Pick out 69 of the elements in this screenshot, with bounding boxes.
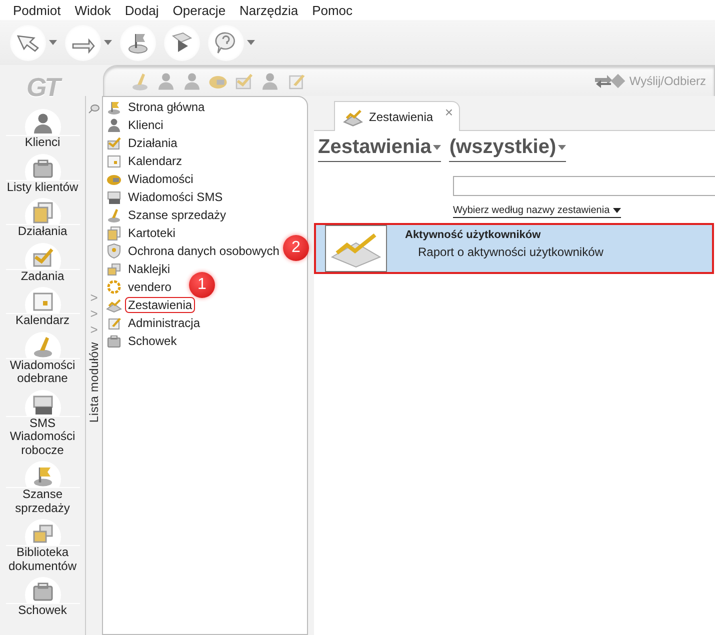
caret-icon [558,145,566,150]
nav-item[interactable]: Zadania [2,242,82,283]
nav-item[interactable]: Kalendarz [2,287,82,328]
module-item[interactable]: Klienci [125,117,166,133]
dropdown-heading[interactable]: Zestawienia [318,136,442,162]
nav-item[interactable]: Klienci [2,109,82,150]
caret-icon [49,40,57,45]
step-badge: 1 [189,272,215,298]
caret-icon [433,145,442,150]
toolbar-button[interactable] [208,24,255,60]
person-icon [156,71,176,91]
folders-icon [106,261,122,277]
flag-icon [106,99,122,115]
nav-item[interactable]: Działania [2,198,82,238]
menu-item[interactable]: Operacje [166,2,233,18]
module-item[interactable]: Strona główna [125,99,208,115]
pencil-icon [106,315,122,331]
nav-item[interactable]: Szanse sprzedaży [2,461,82,515]
nav-item[interactable]: SMS Wiadomości robocze [2,390,82,457]
report-title: Aktywność użytkowników [405,229,542,241]
shield-icon [106,243,122,259]
menu-item[interactable]: Dodaj [118,2,166,18]
module-item[interactable]: Działania [125,135,180,151]
checkmark-icon [106,135,122,151]
module-item[interactable]: Zestawienia [125,297,196,313]
nav-item[interactable]: Schowek [2,577,82,618]
nav-item[interactable]: Biblioteka dokumentów [2,519,82,573]
module-item[interactable]: Kartoteki [125,225,178,241]
calendar-icon [106,153,122,169]
dropdown-heading[interactable]: (wszystkie) [449,136,566,162]
person-icon [260,71,280,91]
module-item[interactable]: Ochrona danych osobowych [125,243,282,259]
menu-item[interactable]: Narzędzia [232,2,306,18]
module-item[interactable]: Administracja [125,315,204,331]
module-item[interactable]: vendero [125,279,174,295]
toolbar-button[interactable] [164,24,200,60]
sort-link[interactable]: Wybierz według nazwy zestawienia [453,205,621,218]
box-icon [106,333,122,349]
module-item[interactable]: Naklejki [125,261,174,277]
panel-title: Lista modułów [87,342,101,423]
module-item[interactable]: Kalendarz [125,153,186,169]
gear-icon [106,279,122,295]
chart-icon [106,297,122,313]
menu-item[interactable]: Widok [68,2,118,18]
nav-item[interactable]: Wiadomości odebrane [2,332,82,386]
module-item[interactable]: Wiadomości [125,171,196,187]
caret-icon [104,40,112,45]
tab[interactable]: Zestawienia × [334,101,460,131]
toolbar-button[interactable] [65,24,112,60]
module-item[interactable]: Wiadomości SMS [125,189,226,205]
toolbar-button[interactable] [10,24,57,60]
toolbar-button[interactable] [120,24,156,60]
caret-icon [612,208,621,213]
report-description: Raport o aktywności użytkowników [418,245,604,259]
nav-item[interactable]: Listy klientów [2,154,82,194]
module-item[interactable]: Schowek [125,333,180,349]
checkmark-icon [234,71,254,91]
caret-icon [247,40,255,45]
close-button[interactable]: × [444,104,453,120]
send-receive-icon [593,73,626,89]
module-item[interactable]: Szanse sprzedaży [125,207,230,223]
logo: GT [26,71,59,104]
person-icon [182,71,202,91]
person-icon [106,117,122,133]
cards-icon [106,225,122,241]
search-field[interactable] [453,176,715,196]
cards-icon [30,200,54,224]
menu-item[interactable]: Podmiot [6,2,68,18]
menu-item[interactable]: Pomoc [305,2,360,18]
